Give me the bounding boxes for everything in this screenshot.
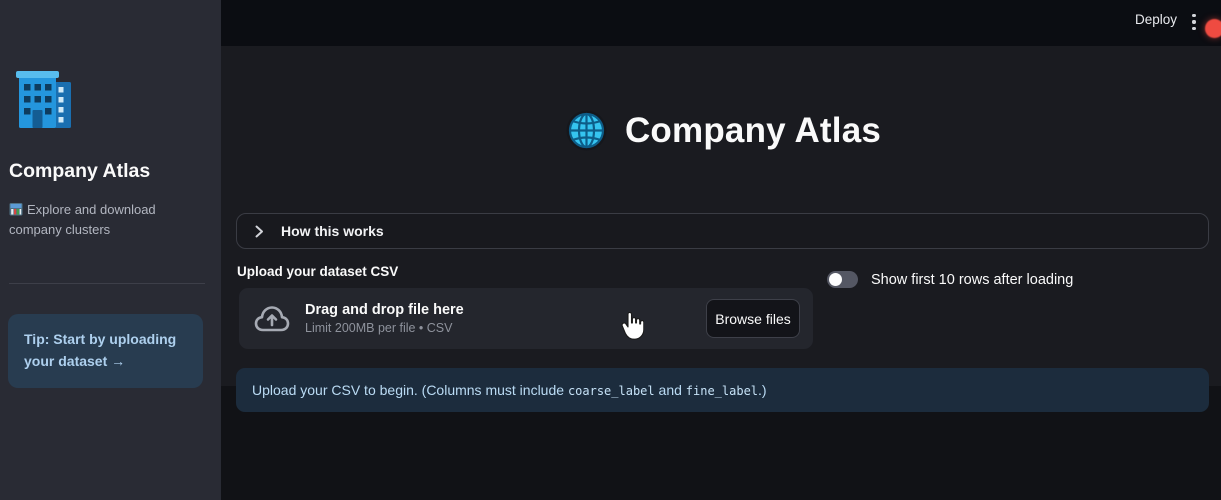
dropzone-primary-text: Drag and drop file here xyxy=(305,302,464,318)
sidebar: Company Atlas Explore and download compa… xyxy=(0,0,221,500)
page-title: Company Atlas xyxy=(236,110,1211,151)
sidebar-app-title: Company Atlas xyxy=(9,160,151,182)
fine-label-code: fine_label xyxy=(685,384,759,398)
info-text: Upload your CSV to begin. (Columns must … xyxy=(252,382,767,398)
dropzone-limit-text: Limit 200MB per file • CSV xyxy=(305,321,453,335)
overflow-menu-icon[interactable] xyxy=(1187,13,1201,31)
show-rows-toggle-label: Show first 10 rows after loading xyxy=(871,271,1074,288)
show-rows-toggle[interactable] xyxy=(827,271,858,288)
file-dropzone[interactable]: Drag and drop file here Limit 200MB per … xyxy=(239,288,813,349)
show-rows-toggle-row: Show first 10 rows after loading xyxy=(827,271,1073,288)
page-title-text: Company Atlas xyxy=(624,110,882,150)
main-area: Deploy Company Atlas How this works Uplo… xyxy=(221,0,1221,500)
chevron-right-icon xyxy=(255,225,263,237)
file-uploader-label: Upload your dataset CSV xyxy=(237,264,399,279)
toggle-knob xyxy=(829,273,842,286)
how-this-works-expander[interactable]: How this works xyxy=(236,213,1209,249)
expander-label: How this works xyxy=(281,223,384,239)
content-panel: Company Atlas How this works Upload your… xyxy=(221,46,1221,412)
sidebar-description: Explore and download company clusters xyxy=(9,200,207,240)
sidebar-description-text: Explore and download company clusters xyxy=(9,202,156,237)
upload-info-banner: Upload your CSV to begin. (Columns must … xyxy=(236,368,1209,412)
cloud-upload-icon xyxy=(254,306,290,332)
globe-icon xyxy=(566,110,607,151)
sidebar-divider xyxy=(9,283,205,284)
deploy-button[interactable]: Deploy xyxy=(1135,12,1177,27)
browse-files-button[interactable]: Browse files xyxy=(706,299,800,338)
coarse-label-code: coarse_label xyxy=(567,384,655,398)
department-store-icon xyxy=(9,203,23,216)
dropzone-instructions: Drag and drop file here Limit 200MB per … xyxy=(305,302,464,335)
recording-indicator-dot xyxy=(1205,19,1221,38)
app-header-bar: Deploy xyxy=(221,0,1221,46)
sidebar-tip-banner: Tip: Start by uploading your dataset → xyxy=(8,314,203,388)
office-building-icon xyxy=(16,71,71,128)
sidebar-tip-text: Tip: Start by uploading your dataset → xyxy=(24,331,177,369)
